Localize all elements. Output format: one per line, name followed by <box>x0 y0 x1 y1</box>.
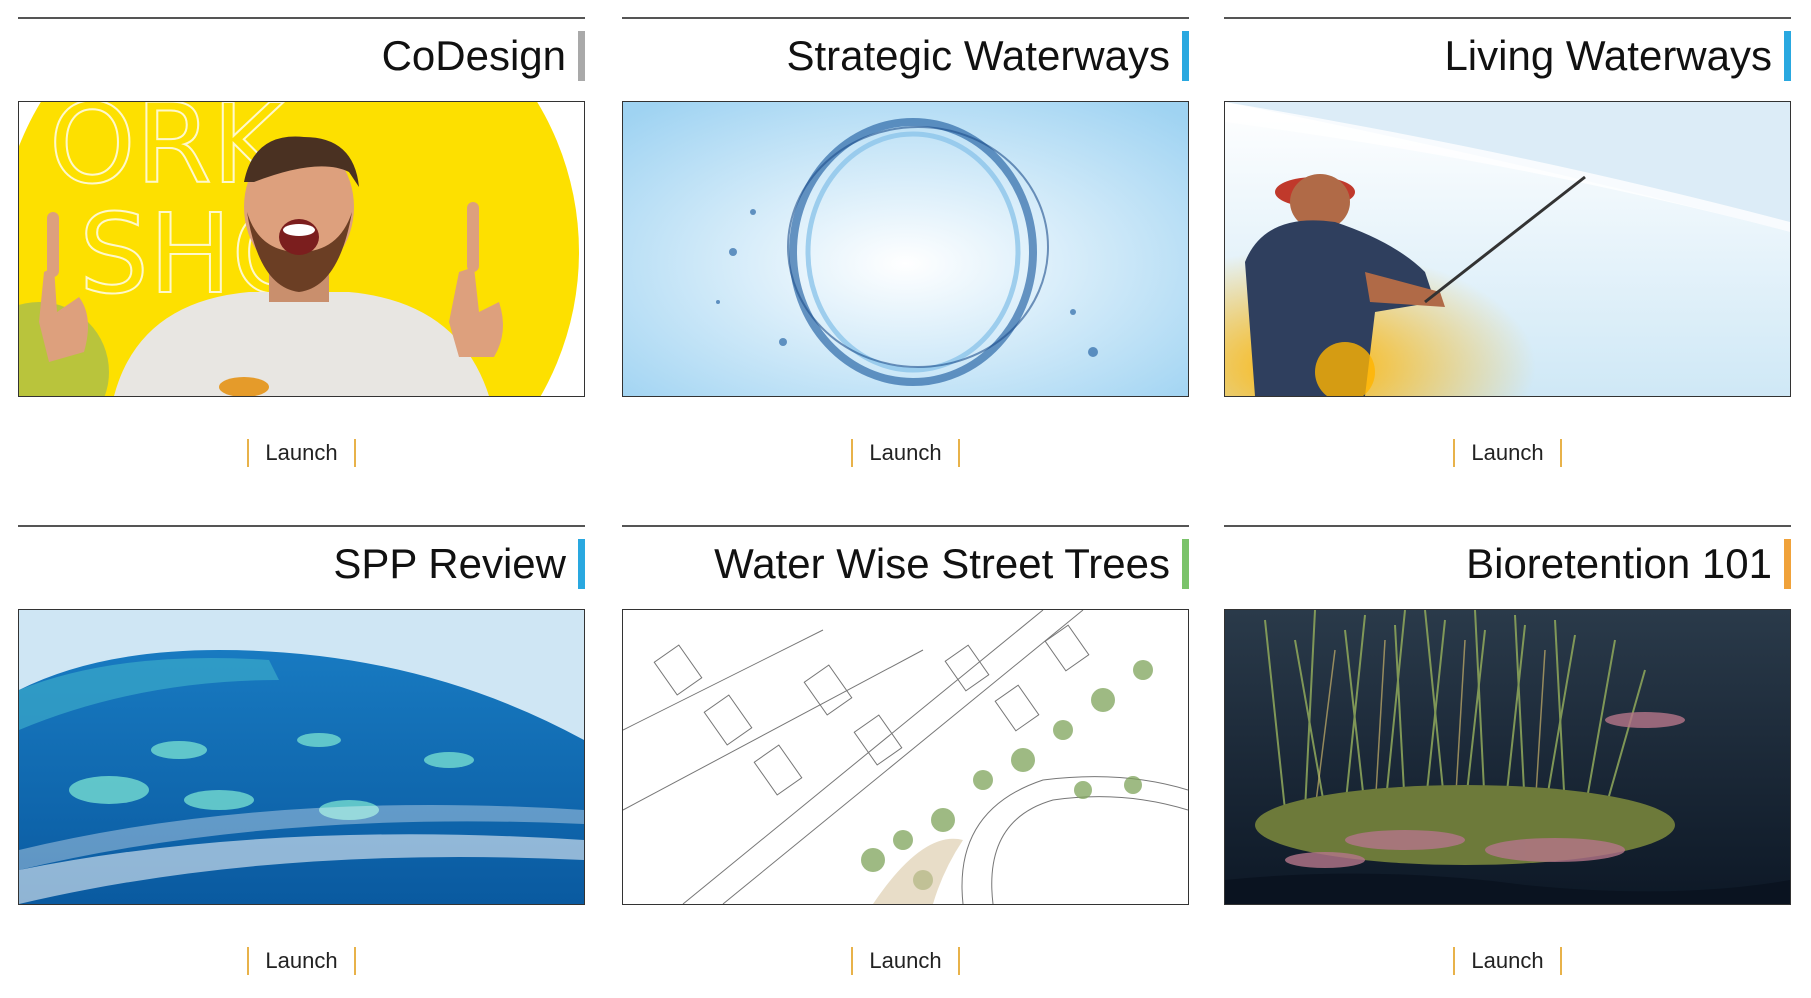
card-title: SPP Review <box>333 540 566 587</box>
launch-row: Launch <box>1224 439 1791 467</box>
launch-row: Launch <box>1224 947 1791 975</box>
launch-button[interactable]: Launch <box>1453 439 1562 467</box>
card-header: Strategic Waterways <box>622 31 1189 81</box>
title-accent-bar <box>1784 31 1791 81</box>
launch-button[interactable]: Launch <box>1453 947 1562 975</box>
street-sketch-image <box>623 610 1188 904</box>
card-title: Water Wise Street Trees <box>714 540 1170 587</box>
card-title: CoDesign <box>381 32 566 79</box>
launch-row: Launch <box>18 439 585 467</box>
card-header: Water Wise Street Trees <box>622 539 1189 589</box>
launch-button[interactable]: Launch <box>851 439 960 467</box>
card-divider <box>18 525 585 527</box>
launch-button[interactable]: Launch <box>247 439 356 467</box>
card-image[interactable] <box>622 101 1189 397</box>
card-image[interactable] <box>622 609 1189 905</box>
title-accent-bar <box>1182 31 1189 81</box>
card-image[interactable] <box>18 609 585 905</box>
card-title: Bioretention 101 <box>1466 540 1772 587</box>
card-header: Living Waterways <box>1224 31 1791 81</box>
card-header: Bioretention 101 <box>1224 539 1791 589</box>
card-image[interactable] <box>1224 101 1791 397</box>
course-grid: CoDesign ORK SHO Launch Strategic Waterw… <box>0 0 1811 998</box>
card-title: Living Waterways <box>1444 32 1772 79</box>
launch-button[interactable]: Launch <box>247 947 356 975</box>
title-accent-bar <box>1784 539 1791 589</box>
launch-row: Launch <box>622 439 1189 467</box>
card-title: Strategic Waterways <box>786 32 1170 79</box>
fisherman-sunset-image <box>1225 102 1790 396</box>
card-header: CoDesign <box>18 31 585 81</box>
person-pointing-up-image: ORK SHO <box>19 102 584 396</box>
card-divider <box>622 17 1189 19</box>
title-accent-bar <box>578 539 585 589</box>
reef-aerial-image <box>19 610 584 904</box>
water-ring-splash-image <box>623 102 1188 396</box>
card-image[interactable]: ORK SHO <box>18 101 585 397</box>
launch-row: Launch <box>622 947 1189 975</box>
title-accent-bar <box>1182 539 1189 589</box>
card-divider <box>1224 17 1791 19</box>
wetland-reeds-image <box>1225 610 1790 904</box>
launch-button[interactable]: Launch <box>851 947 960 975</box>
card-image[interactable] <box>1224 609 1791 905</box>
card-divider <box>18 17 585 19</box>
card-divider <box>622 525 1189 527</box>
launch-row: Launch <box>18 947 585 975</box>
card-header: SPP Review <box>18 539 585 589</box>
card-divider <box>1224 525 1791 527</box>
title-accent-bar <box>578 31 585 81</box>
